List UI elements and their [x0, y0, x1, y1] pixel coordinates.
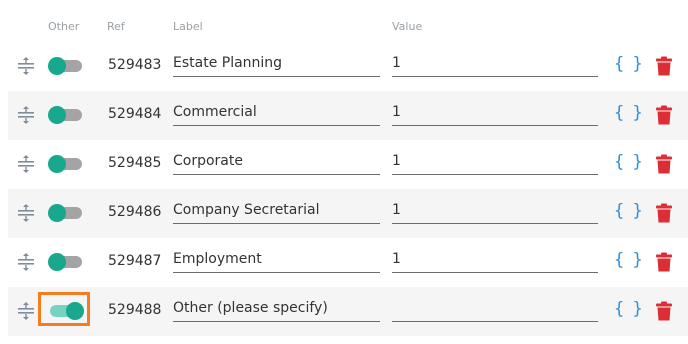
drag-handle-icon[interactable]	[16, 105, 36, 125]
trash-icon[interactable]	[656, 105, 672, 125]
table-row: 529485 Corporate 1 { }	[8, 140, 688, 189]
other-toggle[interactable]	[48, 104, 84, 126]
label-field[interactable]: Commercial	[173, 99, 380, 126]
trash-icon[interactable]	[656, 252, 672, 272]
other-toggle[interactable]	[48, 153, 84, 175]
drag-handle-icon[interactable]	[16, 203, 36, 223]
label-field[interactable]: Other (please specify)	[173, 295, 380, 322]
label-field[interactable]: Employment	[173, 246, 380, 273]
braces-icon[interactable]: { }	[614, 201, 643, 221]
braces-icon[interactable]: { }	[614, 54, 643, 74]
ref-value: 529483	[108, 57, 162, 73]
label-field[interactable]: Corporate	[173, 148, 380, 175]
table-row: 529487 Employment 1 { }	[8, 238, 688, 287]
toggle-knob	[48, 253, 66, 271]
other-toggle[interactable]	[48, 202, 84, 224]
trash-icon[interactable]	[656, 203, 672, 223]
label-field[interactable]: Company Secretarial	[173, 197, 380, 224]
drag-handle-icon[interactable]	[16, 301, 36, 321]
focus-outline	[38, 292, 90, 326]
value-field[interactable]: 1	[392, 197, 598, 224]
value-field[interactable]	[392, 295, 598, 322]
table-row: 529486 Company Secretarial 1 { }	[8, 189, 688, 238]
ref-value: 529487	[108, 253, 162, 269]
label-field[interactable]: Estate Planning	[173, 50, 380, 77]
value-field[interactable]: 1	[392, 148, 598, 175]
value-field[interactable]: 1	[392, 50, 598, 77]
table-row: 529484 Commercial 1 { }	[8, 91, 688, 140]
trash-icon[interactable]	[656, 301, 672, 321]
braces-icon[interactable]: { }	[614, 299, 643, 319]
toggle-knob	[48, 106, 66, 124]
ref-value: 529485	[108, 155, 162, 171]
trash-icon[interactable]	[656, 154, 672, 174]
ref-value: 529488	[108, 302, 162, 318]
header-value: Value	[392, 20, 423, 33]
other-toggle[interactable]	[48, 251, 84, 273]
toggle-knob	[48, 155, 66, 173]
braces-icon[interactable]: { }	[614, 250, 643, 270]
table-row: 529488 Other (please specify) { }	[8, 287, 688, 336]
toggle-knob	[48, 204, 66, 222]
header-ref: Ref	[107, 20, 125, 33]
drag-handle-icon[interactable]	[16, 56, 36, 76]
value-field[interactable]: 1	[392, 246, 598, 273]
drag-handle-icon[interactable]	[16, 252, 36, 272]
other-toggle[interactable]	[48, 55, 84, 77]
trash-icon[interactable]	[656, 56, 672, 76]
drag-handle-icon[interactable]	[16, 154, 36, 174]
braces-icon[interactable]: { }	[614, 152, 643, 172]
ref-value: 529484	[108, 106, 162, 122]
value-field[interactable]: 1	[392, 99, 598, 126]
header-other: Other	[48, 20, 80, 33]
braces-icon[interactable]: { }	[614, 103, 643, 123]
table-row: 529483 Estate Planning 1 { }	[8, 42, 688, 91]
ref-value: 529486	[108, 204, 162, 220]
toggle-knob	[48, 57, 66, 75]
header-label: Label	[173, 20, 203, 33]
